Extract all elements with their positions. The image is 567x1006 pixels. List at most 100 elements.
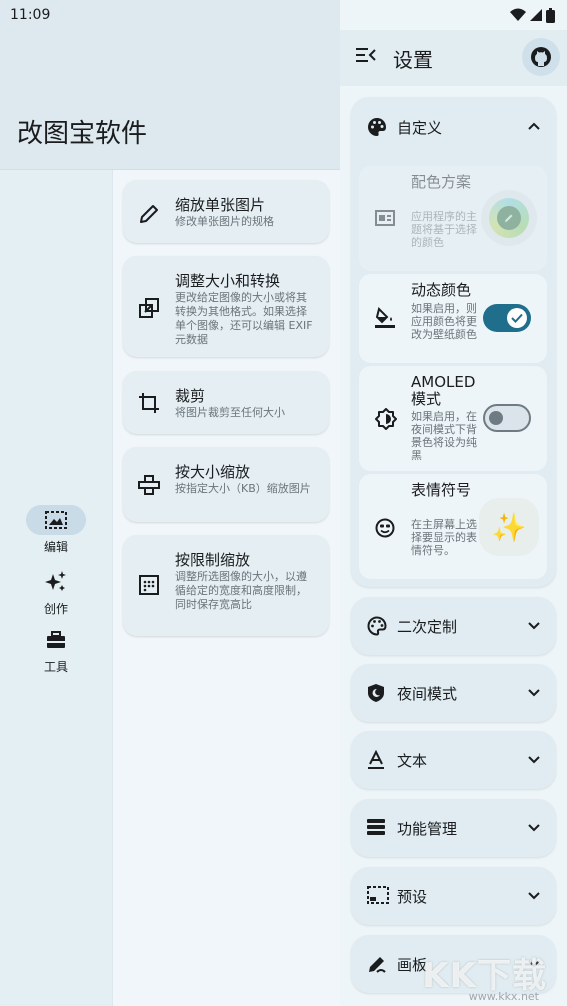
setting-desc: 在主屏幕上选择要显示的表情符号。 <box>411 518 477 557</box>
tool-title: 按限制缩放 <box>175 551 251 569</box>
tool-title: 调整大小和转换 <box>175 272 281 290</box>
main-panel: 改图宝软件 编辑 创作 工具 缩放单张图片 修改单张图片的规格 调整大小和转换 … <box>0 0 340 1006</box>
github-icon <box>531 47 551 67</box>
tool-desc: 更改给定图像的大小或将其转换为其他格式。如果选择单个图像，还可以编辑 EXIF … <box>175 291 313 346</box>
nav-pill-create <box>26 567 86 597</box>
settings-topbar: 设置 <box>340 30 567 86</box>
status-icons <box>510 7 555 23</box>
section-label: 文本 <box>397 752 428 770</box>
palette-outline-icon <box>367 616 387 636</box>
emoji-preview[interactable]: ✨ <box>479 498 539 556</box>
color-scheme-icon <box>375 210 395 226</box>
setting-desc: 应用程序的主题将基于选择的颜色 <box>411 210 477 249</box>
toggle-knob <box>489 411 503 425</box>
night-shield-icon <box>368 684 384 702</box>
watermark-url: www.kkx.net <box>468 990 539 1003</box>
chevron-up-icon[interactable] <box>528 122 540 130</box>
pencil-icon <box>140 205 158 223</box>
draw-icon <box>369 957 386 973</box>
section-label: 预设 <box>397 888 428 906</box>
tool-card-size-scale[interactable]: 按大小缩放 按指定大小（KB）缩放图片 <box>123 447 329 522</box>
nav-rail: 编辑 创作 工具 <box>0 170 112 1006</box>
limit-grid-icon <box>139 575 159 595</box>
chevron-down-icon <box>528 689 540 697</box>
nav-label-tools: 工具 <box>43 660 68 674</box>
nav-item-tools[interactable]: 工具 <box>24 625 88 675</box>
tool-desc: 将图片裁剪至任何大小 <box>175 406 285 419</box>
tool-card-limit-scale[interactable]: 按限制缩放 调整所选图像的大小，以遵循给定的宽度和高度限制，同时保存宽高比 <box>123 535 329 636</box>
setting-color-scheme[interactable]: 配色方案 应用程序的主题将基于选择的颜色 <box>359 166 547 271</box>
tool-card-crop[interactable]: 裁剪 将图片裁剪至任何大小 <box>123 371 329 434</box>
nav-label-create: 创作 <box>43 602 68 616</box>
status-bar: 11:09 <box>0 0 567 30</box>
setting-amoled-mode[interactable]: AMOLED 模式 如果启用，在夜间模式下背景色将设为纯黑 <box>359 366 547 471</box>
sparkles-icon <box>45 571 66 591</box>
toolbox-icon <box>47 631 65 648</box>
section-customize: 自定义 配色方案 应用程序的主题将基于选择的颜色 动态颜色 如果启用，则应用颜色… <box>351 97 556 587</box>
check-icon <box>511 313 523 323</box>
image-edit-icon <box>45 511 67 529</box>
setting-title: 配色方案 <box>411 173 472 191</box>
color-preview <box>481 190 537 246</box>
section-feature-management[interactable]: 功能管理 <box>351 799 556 857</box>
format-color-fill-icon <box>375 307 395 328</box>
palette-icon <box>368 118 386 136</box>
section-label: 自定义 <box>397 119 443 137</box>
crop-icon <box>139 393 159 413</box>
tool-card-resize-convert[interactable]: 调整大小和转换 更改给定图像的大小或将其转换为其他格式。如果选择单个图像，还可以… <box>123 256 329 357</box>
feature-list-icon <box>367 819 385 835</box>
color-edit-badge <box>497 206 521 230</box>
menu-collapse-icon[interactable] <box>356 47 376 63</box>
settings-panel: 设置 自定义 配色方案 应用程序的主题将基于选择的颜色 动态颜色 如果启用，则应… <box>340 0 567 1006</box>
section-text[interactable]: 文本 <box>351 731 556 789</box>
nav-pill-edit <box>26 505 86 535</box>
chevron-down-icon <box>528 892 540 900</box>
dynamic-color-toggle[interactable] <box>483 304 531 332</box>
color-swatch <box>489 198 529 238</box>
chevron-down-icon <box>528 824 540 832</box>
tool-card-single-resize[interactable]: 缩放单张图片 修改单张图片的规格 <box>123 180 329 243</box>
setting-dynamic-color[interactable]: 动态颜色 如果启用，则应用颜色将更改为壁纸颜色 <box>359 274 547 363</box>
nav-pill-tools <box>26 625 86 655</box>
tool-title: 裁剪 <box>175 387 206 405</box>
section-presets[interactable]: 预设 <box>351 867 556 925</box>
brightness-icon <box>375 408 397 430</box>
nav-item-create[interactable]: 创作 <box>24 567 88 617</box>
nav-item-edit[interactable]: 编辑 <box>24 505 88 555</box>
setting-desc: 如果启用，在夜间模式下背景色将设为纯黑 <box>411 410 477 462</box>
setting-desc: 如果启用，则应用颜色将更改为壁纸颜色 <box>411 302 477 341</box>
setting-emoji[interactable]: 表情符号 在主屏幕上选择要显示的表情符号。 ✨ <box>359 474 547 579</box>
tool-title: 缩放单张图片 <box>175 196 266 214</box>
tool-desc: 调整所选图像的大小，以遵循给定的宽度和高度限制，同时保存宽高比 <box>175 570 307 611</box>
nav-label-edit: 编辑 <box>43 540 68 554</box>
section-label: 功能管理 <box>397 820 458 838</box>
section-secondary-custom[interactable]: 二次定制 <box>351 597 556 655</box>
text-icon <box>368 750 384 769</box>
github-button[interactable] <box>522 38 560 76</box>
chevron-down-icon <box>528 622 540 630</box>
emoji-face-icon <box>375 518 395 538</box>
edit-icon <box>505 214 513 222</box>
wifi-icon <box>510 8 526 21</box>
signal-icon <box>530 9 542 21</box>
app-title: 改图宝软件 <box>17 119 148 149</box>
chevron-down-icon <box>528 756 540 764</box>
setting-title: AMOLED 模式 <box>411 373 476 408</box>
preset-frame-icon <box>367 886 389 904</box>
section-night-mode[interactable]: 夜间模式 <box>351 664 556 722</box>
battery-icon <box>546 7 555 23</box>
toggle-knob <box>507 308 527 328</box>
tool-desc: 按指定大小（KB）缩放图片 <box>175 482 311 495</box>
status-time: 11:09 <box>10 7 51 23</box>
settings-title: 设置 <box>393 48 433 72</box>
resize-convert-icon <box>139 298 159 318</box>
amoled-toggle[interactable] <box>483 404 531 432</box>
tool-desc: 修改单张图片的规格 <box>175 215 274 228</box>
setting-title: 动态颜色 <box>411 281 472 299</box>
setting-title: 表情符号 <box>411 481 472 499</box>
section-label: 二次定制 <box>397 618 458 636</box>
weight-icon <box>138 475 160 495</box>
tool-list: 缩放单张图片 修改单张图片的规格 调整大小和转换 更改给定图像的大小或将其转换为… <box>112 170 340 1006</box>
section-label: 夜间模式 <box>397 685 458 703</box>
tool-title: 按大小缩放 <box>175 463 251 481</box>
